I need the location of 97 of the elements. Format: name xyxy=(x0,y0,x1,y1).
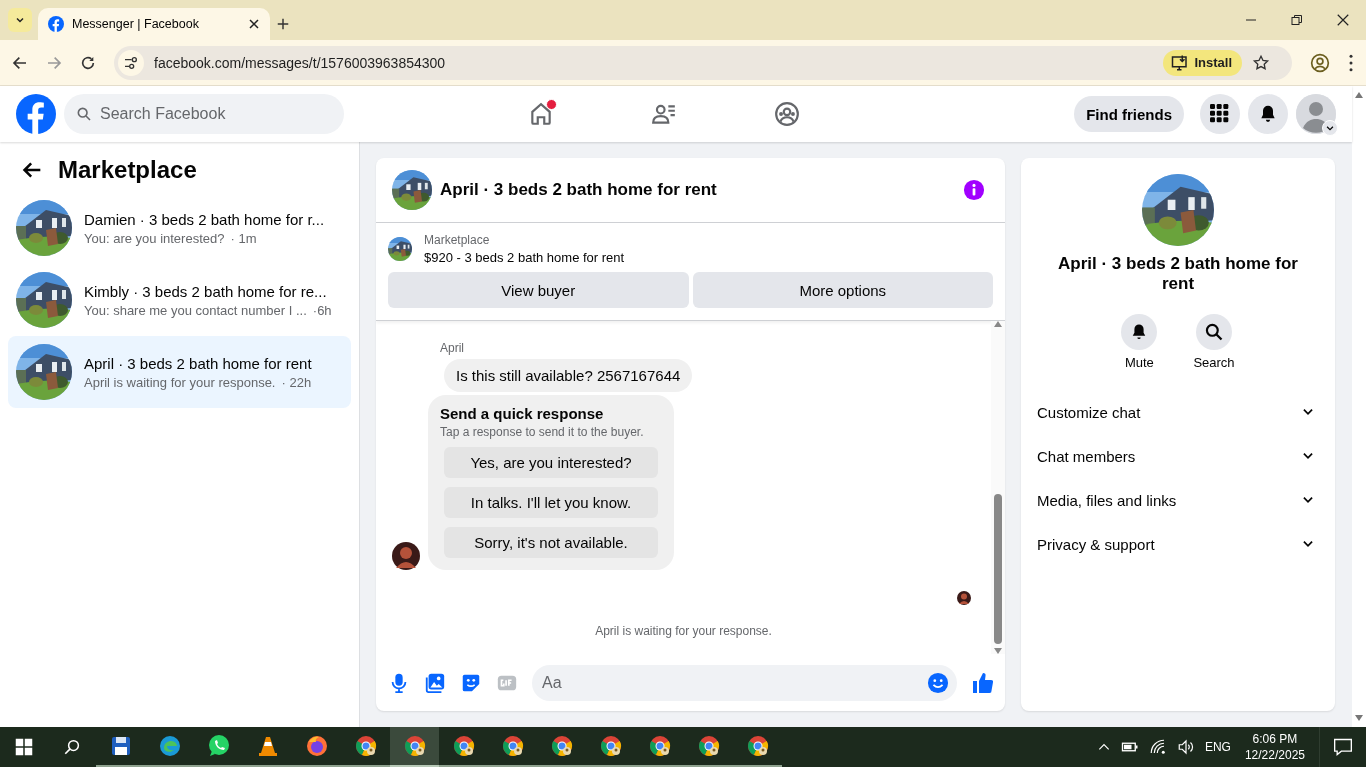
chrome-icon xyxy=(451,734,476,758)
message-preview: You: share me you contact number I ... xyxy=(84,302,307,318)
taskbar-app[interactable] xyxy=(390,727,439,767)
notifications-icon[interactable] xyxy=(1333,737,1353,757)
section-toggle[interactable]: Chat members xyxy=(1029,434,1327,478)
people-circle-icon xyxy=(774,101,801,127)
person-avatar-icon xyxy=(957,591,971,605)
photo-icon[interactable] xyxy=(424,671,446,694)
notifications-button[interactable] xyxy=(1248,94,1288,134)
quick-response-title: Send a quick response xyxy=(440,405,605,422)
more-menu-icon[interactable] xyxy=(1348,53,1354,72)
listing-button[interactable]: View buyer xyxy=(388,272,689,308)
status-text: April is waiting for your response. xyxy=(595,624,772,638)
action-label: Mute xyxy=(1124,355,1154,370)
chevron-down-icon xyxy=(1325,123,1335,133)
grid-icon xyxy=(1210,104,1230,124)
search-icon[interactable] xyxy=(63,738,81,756)
conversation-item[interactable]: Kimbly · 3 beds 2 bath home for re... You: share me you contact number I ... ·6h xyxy=(8,264,351,336)
monitor-download-icon xyxy=(1171,53,1190,72)
section-toggle[interactable]: Media, files and links xyxy=(1029,478,1327,522)
speaker-icon[interactable] xyxy=(1176,738,1195,756)
reload-icon[interactable] xyxy=(80,54,96,71)
language-indicator[interactable]: ENG xyxy=(1204,740,1231,754)
whatsapp-icon xyxy=(206,734,231,758)
search-field[interactable]: Search Facebook xyxy=(64,94,344,134)
chat-title: April · 3 beds 2 bath home for rent xyxy=(440,180,718,200)
message-field[interactable]: Aa xyxy=(532,664,957,701)
conversation-title: Kimbly · 3 beds 2 bath home for re... xyxy=(84,282,328,300)
back-icon[interactable] xyxy=(12,54,28,71)
search-icon xyxy=(76,106,92,122)
message-time: ·6h xyxy=(312,302,332,318)
find-friends-button[interactable]: Find friends xyxy=(1074,96,1184,132)
page-title: Marketplace xyxy=(58,156,197,184)
mute-button[interactable] xyxy=(1121,314,1158,350)
address-bar[interactable]: facebook.com/messages/t/1576003963854300 Install xyxy=(114,45,1292,80)
clock[interactable]: 6:06 PM 12/22/2025 xyxy=(1244,732,1305,762)
restore-icon[interactable] xyxy=(1291,14,1303,26)
quick-response-hint: Tap a response to send it to the buyer. xyxy=(440,425,645,439)
site-settings-icon xyxy=(123,54,139,71)
windows-start-icon[interactable] xyxy=(15,738,33,756)
conversation-item[interactable]: April · 3 beds 2 bath home for rent April is waiting for your response. · 22h xyxy=(8,336,351,408)
chrome-icon xyxy=(402,734,427,758)
scroll-down-icon[interactable] xyxy=(1355,715,1363,721)
account-button[interactable] xyxy=(1296,94,1336,134)
quick-reply-button[interactable]: In talks. I'll let you know. xyxy=(444,487,658,518)
quick-reply-button[interactable]: Sorry, it's not available. xyxy=(444,527,658,558)
search-button[interactable] xyxy=(1196,314,1232,350)
message-bubble: Is this still available? 2567167644 xyxy=(444,359,693,392)
conversation-title: Damien · 3 beds 2 bath home for r... xyxy=(84,210,325,228)
scroll-down-icon xyxy=(994,648,1002,654)
section-toggle[interactable]: Privacy & support xyxy=(1029,522,1327,566)
star-icon[interactable] xyxy=(1252,53,1270,72)
search-icon xyxy=(1204,322,1224,342)
close-icon[interactable] xyxy=(248,18,260,30)
profile-icon[interactable] xyxy=(1310,52,1330,73)
scroll-up-icon xyxy=(994,321,1002,327)
facebook-logo-icon xyxy=(48,16,64,32)
edge-icon xyxy=(157,734,182,758)
wifi-icon[interactable] xyxy=(1148,738,1167,756)
browser-tab[interactable]: Messenger | Facebook xyxy=(38,8,270,40)
listing-title: $920 - 3 beds 2 bath home for rent xyxy=(424,250,625,265)
back-arrow-icon[interactable] xyxy=(22,160,42,180)
listing-label: Marketplace xyxy=(424,233,491,247)
chrome-icon xyxy=(696,734,721,758)
forward-icon[interactable] xyxy=(46,54,62,71)
message-time: · 22h xyxy=(281,374,312,390)
chrome-icon xyxy=(500,734,525,758)
message-time: · 1m xyxy=(230,230,257,246)
action-label: Search xyxy=(1193,355,1235,370)
close-icon[interactable] xyxy=(1336,13,1350,27)
facebook-logo-icon xyxy=(16,94,56,134)
person-avatar-icon xyxy=(392,542,420,570)
user-silhouette-icon xyxy=(1296,94,1336,134)
groups-tab[interactable] xyxy=(773,100,802,128)
conversation-name: April · 3 beds 2 bath home for rent xyxy=(1057,254,1299,294)
conversation-title: April · 3 beds 2 bath home for rent xyxy=(84,354,312,372)
chrome-icon xyxy=(745,734,770,758)
info-icon[interactable] xyxy=(963,179,985,201)
message-preview: You: are you interested? xyxy=(84,230,225,246)
chrome-icon xyxy=(353,734,378,758)
chrome-icon xyxy=(598,734,623,758)
emoji-icon[interactable] xyxy=(927,671,949,694)
menu-button[interactable] xyxy=(1200,94,1240,134)
install-button[interactable]: Install xyxy=(1163,49,1242,76)
thumbs-up-icon[interactable] xyxy=(971,670,995,695)
section-toggle[interactable]: Customize chat xyxy=(1029,390,1327,434)
chrome-icon xyxy=(647,734,672,758)
message-preview: April is waiting for your response. xyxy=(84,374,276,390)
firefox-icon xyxy=(304,734,329,758)
listing-button[interactable]: More options xyxy=(692,272,993,308)
chrome-icon xyxy=(549,734,574,758)
quick-reply-button[interactable]: Yes, are you interested? xyxy=(444,447,658,478)
sender-name: April xyxy=(440,341,465,355)
new-tab-icon[interactable] xyxy=(276,17,290,31)
scroll-up-icon[interactable] xyxy=(1355,92,1363,98)
scrollbar[interactable] xyxy=(991,321,1005,654)
conversation-item[interactable]: Damien · 3 beds 2 bath home for r... You: are you interested? · 1m xyxy=(8,192,351,264)
